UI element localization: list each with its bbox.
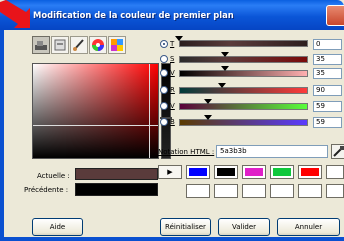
radio-blue[interactable] [160,118,168,126]
brush-tool-icon [73,39,84,51]
help-button[interactable]: Aide [32,218,83,236]
title-bar[interactable]: Modification de la couleur de premier pl… [0,0,344,30]
current-label: Actuelle : [37,172,70,180]
red-field[interactable]: 90 [313,85,342,96]
history-swatch[interactable] [270,165,294,179]
html-notation-label: Notation HTML : [158,148,215,156]
saturation-slider-thumb[interactable] [221,52,229,57]
ok-button-label: Valider [231,223,257,231]
history-swatch[interactable] [242,165,266,179]
crosshair-vertical [149,64,150,158]
red-slider-thumb[interactable] [218,83,226,88]
blue-slider[interactable] [179,119,308,126]
crosshair-horizontal [33,125,158,126]
window-title: Modification de la couleur de premier pl… [33,10,234,20]
color-wheel-icon [92,39,104,51]
color-square[interactable] [32,63,159,159]
green-slider-thumb[interactable] [204,99,212,104]
cancel-button[interactable]: Annuler [277,218,340,236]
tab-palette[interactable] [108,36,126,54]
html-notation-input[interactable]: 5a3b3b [216,145,328,158]
history-swatch[interactable] [214,165,238,179]
history-swatch[interactable] [326,165,344,179]
saturation-field[interactable]: 35 [313,54,342,65]
blue-label: B [170,118,175,126]
reset-button[interactable]: Réinitialiser [160,218,211,236]
blue-field[interactable]: 59 [313,117,342,128]
saturation-label: S [170,55,175,63]
previous-label: Précédente : [24,186,69,194]
close-button[interactable] [326,5,344,26]
red-slider[interactable] [179,87,308,94]
value-slider-thumb[interactable] [221,66,229,71]
history-swatch[interactable] [326,184,344,198]
history-swatch[interactable] [242,184,266,198]
tab-brush[interactable] [70,36,88,54]
current-color-swatch [75,168,158,180]
history-swatch[interactable] [214,184,238,198]
hue-slider[interactable] [179,40,308,47]
add-to-history-button[interactable]: ▶ [158,165,182,179]
history-swatch[interactable] [270,184,294,198]
history-swatch[interactable] [186,165,210,179]
hue-label: T [170,40,175,48]
previous-color-swatch[interactable] [75,183,158,196]
scale-tool-icon [54,39,66,51]
red-label: R [170,86,175,94]
radio-saturation[interactable] [160,55,168,63]
cancel-button-label: Annuler [294,223,323,231]
radio-value[interactable] [160,69,168,77]
tab-picker[interactable] [32,36,50,54]
saturation-slider[interactable] [179,56,308,63]
reset-button-label: Réinitialiser [165,223,206,231]
history-swatch[interactable] [186,184,210,198]
eyedropper-icon [333,146,344,157]
green-field[interactable]: 59 [313,101,342,112]
value-field[interactable]: 35 [313,68,342,79]
history-swatch[interactable] [298,184,322,198]
value-strip[interactable] [161,63,171,159]
window-border-left [0,30,4,241]
help-button-label: Aide [49,223,66,231]
green-slider[interactable] [179,103,308,110]
value-slider[interactable] [179,70,308,77]
ok-button[interactable]: Valider [218,218,270,236]
green-label: V [170,102,175,110]
value-label: V [170,69,175,77]
tab-wheel[interactable] [89,36,107,54]
radio-green[interactable] [160,102,168,110]
radio-red[interactable] [160,86,168,94]
hue-field[interactable]: 0 [313,39,342,50]
tab-scales[interactable] [51,36,69,54]
blue-slider-thumb[interactable] [204,115,212,120]
history-swatch[interactable] [298,165,322,179]
radio-hue[interactable] [160,40,168,48]
eyedropper-button[interactable] [331,144,344,159]
hue-slider-thumb[interactable] [175,36,183,41]
palette-icon [111,39,123,51]
red-arrow-icon [0,0,30,28]
window-border-bottom [0,237,344,241]
color-picker-tool-icon [35,41,47,50]
